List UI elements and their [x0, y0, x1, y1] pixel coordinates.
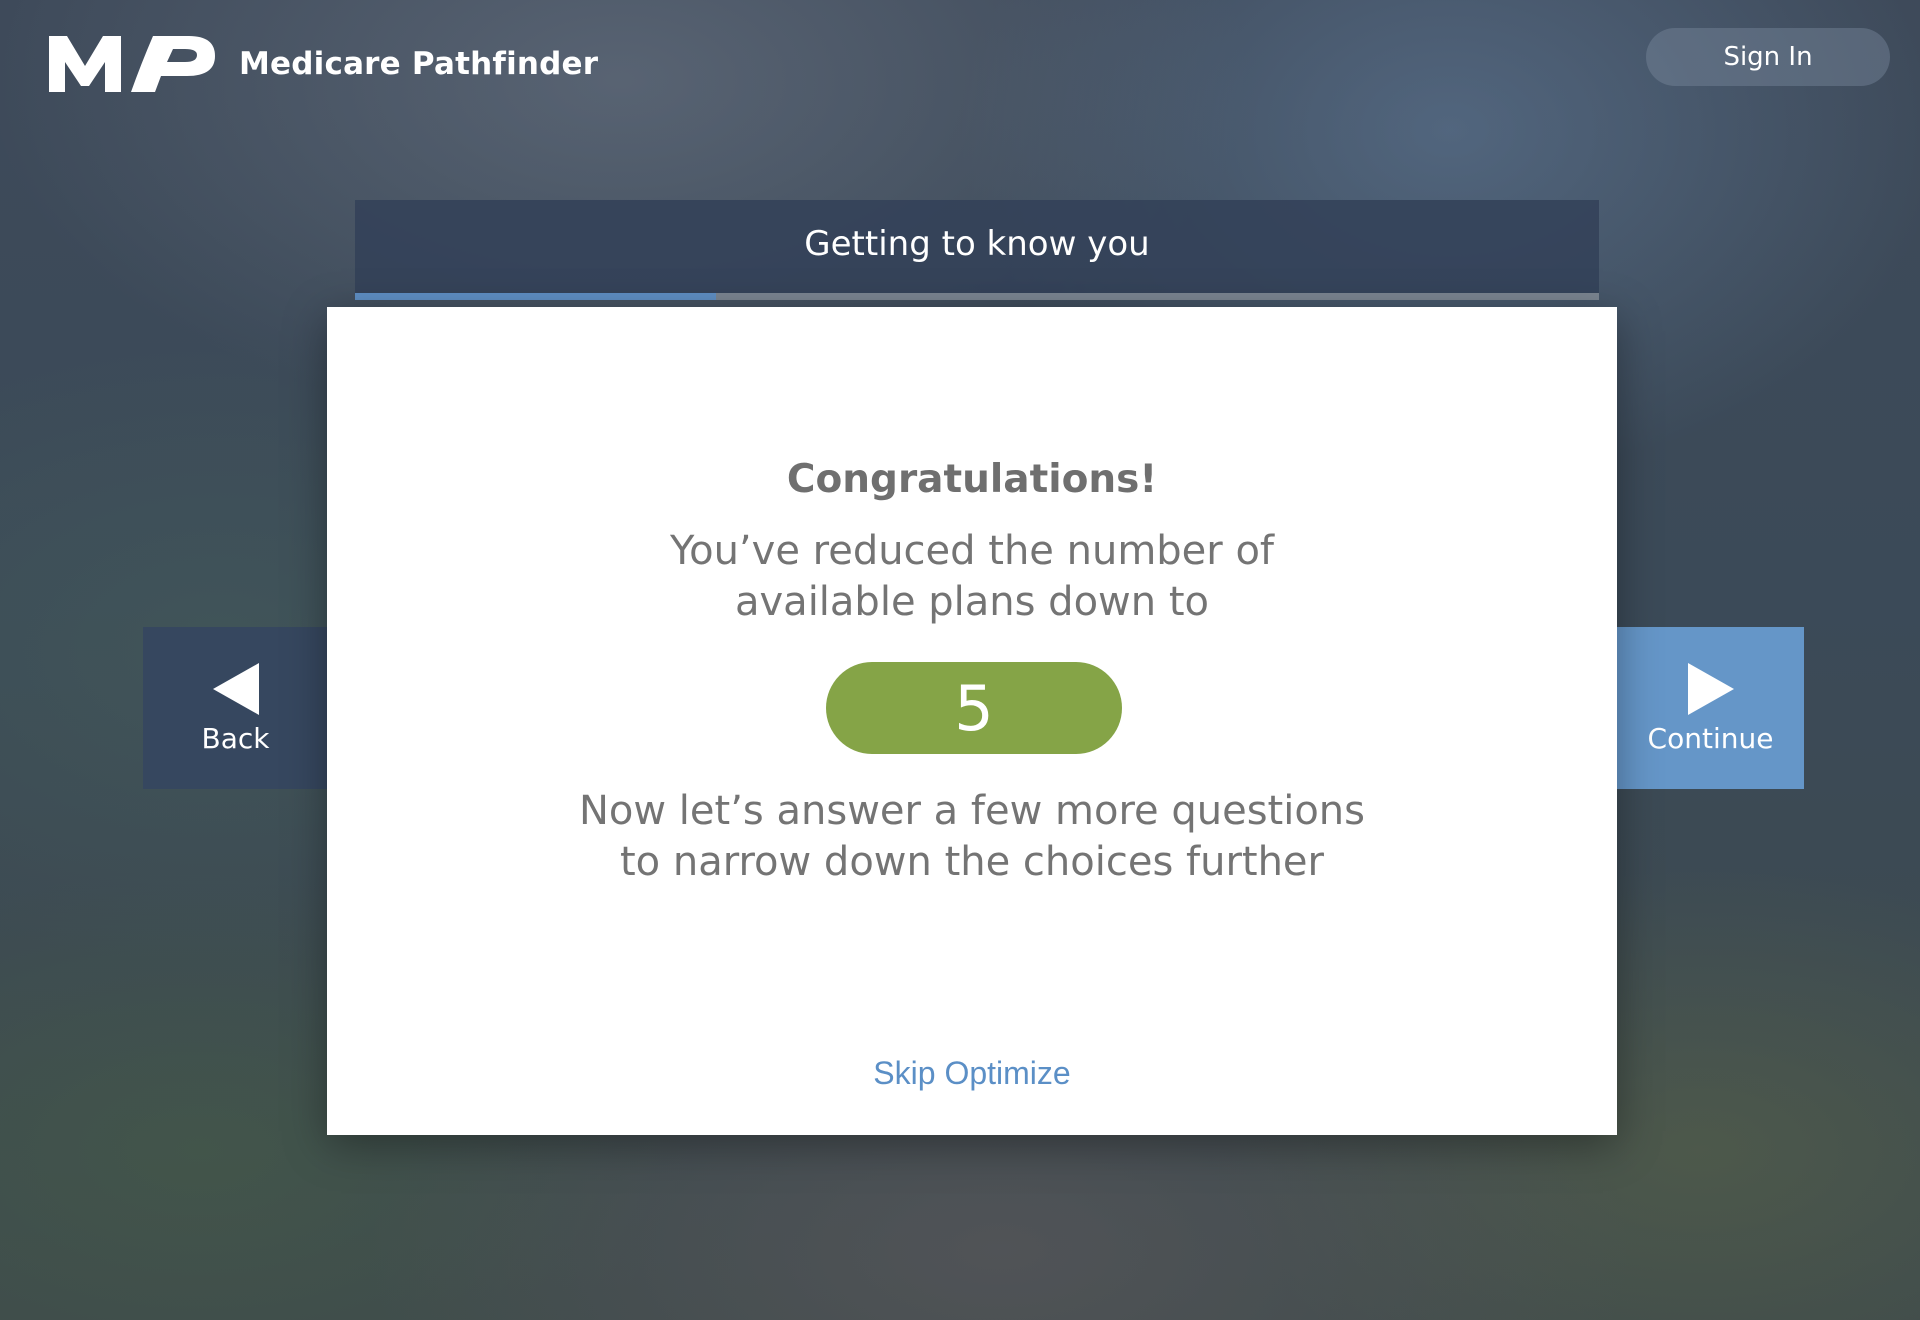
congratulations-heading: Congratulations! [786, 457, 1158, 502]
sign-in-button[interactable]: Sign In [1646, 28, 1890, 86]
continue-button[interactable]: Continue [1617, 627, 1804, 789]
plan-count-badge: 5 [826, 662, 1122, 754]
brand-name: Medicare Pathfinder [239, 46, 599, 82]
brand-logo[interactable]: Medicare Pathfinder [49, 34, 598, 94]
followup-line-1: Now let’s answer a few more questions [578, 788, 1365, 834]
progress-bar-fill [355, 293, 716, 300]
skip-optimize-link[interactable]: Skip Optimize [327, 1055, 1617, 1092]
message-line-1: You’ve reduced the number of [669, 528, 1275, 574]
progress-bar [355, 293, 1599, 300]
triangle-right-icon [1617, 663, 1804, 715]
mp-logo-icon [49, 34, 217, 94]
step-header: Getting to know you [355, 200, 1599, 300]
step-title: Getting to know you [804, 224, 1150, 264]
followup-line-2: to narrow down the choices further [619, 839, 1324, 885]
message-line-2: available plans down to [735, 579, 1209, 625]
result-card: Congratulations! You’ve reduced the numb… [327, 307, 1617, 1135]
continue-label: Continue [1647, 722, 1774, 755]
back-button[interactable]: Back [143, 627, 328, 789]
triangle-left-icon [143, 663, 328, 715]
back-label: Back [201, 722, 270, 755]
